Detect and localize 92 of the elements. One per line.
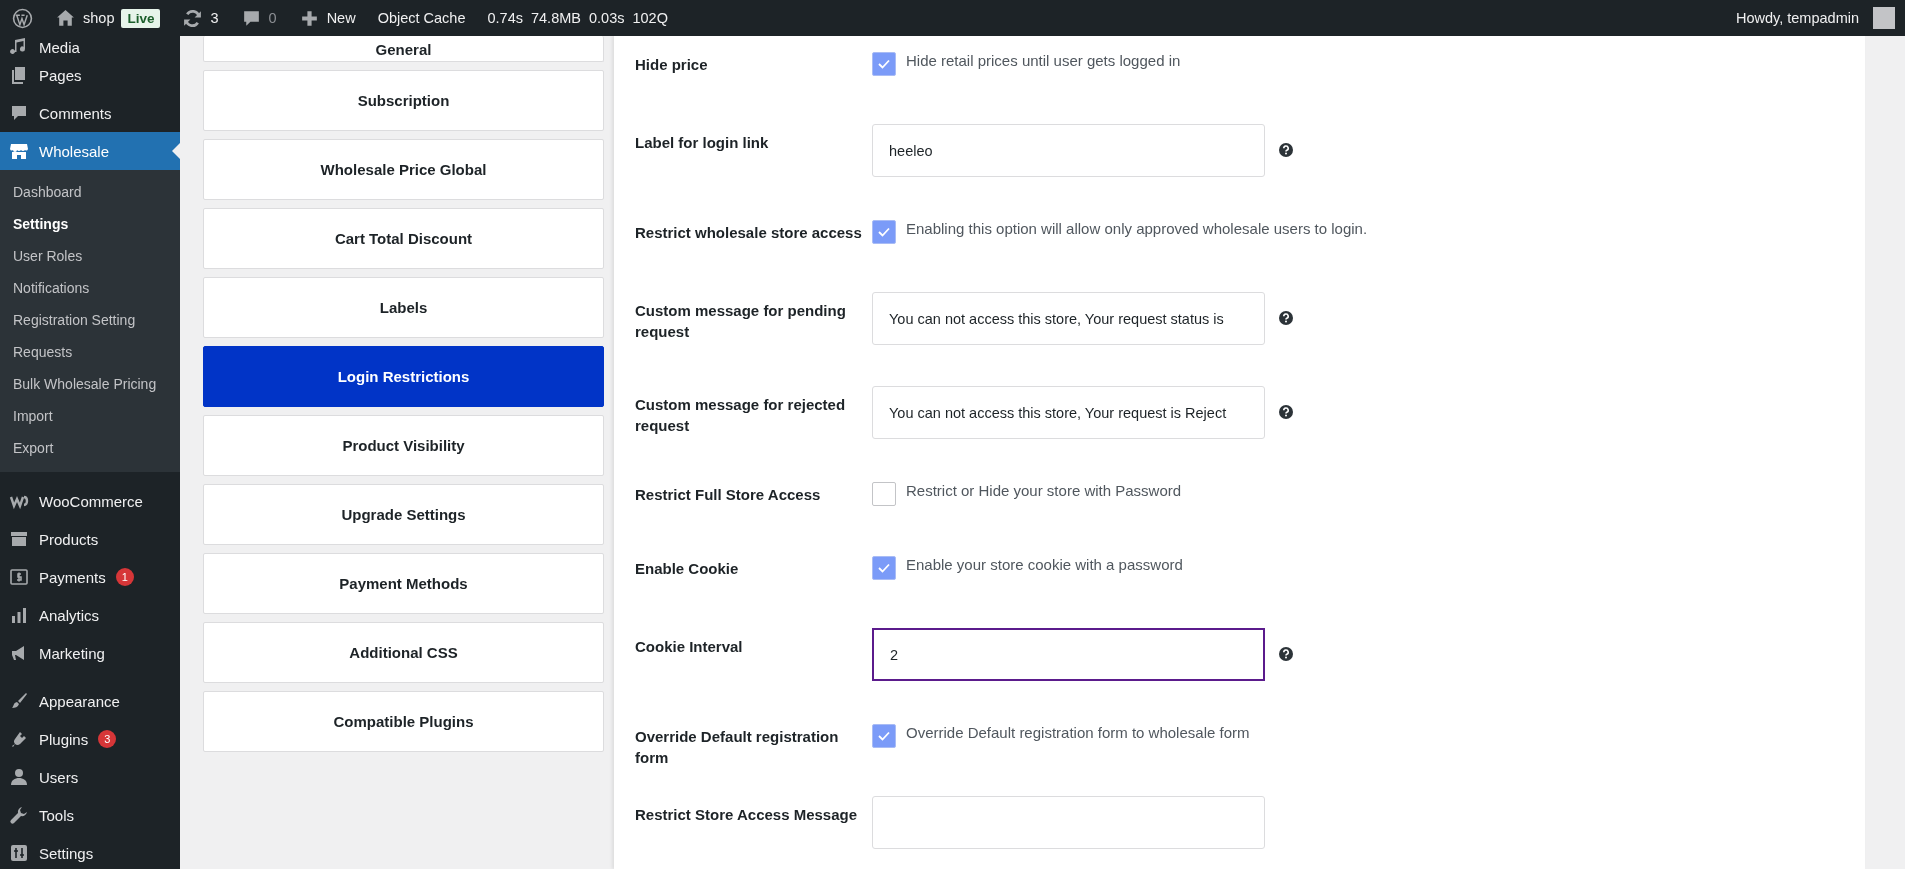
field-label: Enable Cookie (635, 559, 740, 579)
text-field[interactable]: heeleo (872, 124, 1265, 177)
submenu-item[interactable]: Settings (0, 208, 180, 240)
field-label: Custom message for rejected request (635, 395, 847, 436)
settings-tab[interactable]: Additional CSS (203, 622, 604, 683)
sidebar-item[interactable]: WooCommerce (0, 482, 180, 520)
refresh-icon (182, 7, 204, 29)
help-icon[interactable] (1279, 143, 1293, 157)
new-link[interactable]: New (326, 10, 356, 26)
checkbox[interactable] (872, 220, 896, 244)
field-label: Custom message for pending request (635, 301, 847, 342)
updates-count[interactable]: 3 (210, 10, 219, 26)
sidebar-item[interactable]: Users (0, 758, 180, 796)
checkbox-label: Override Default registration form to wholesale form (906, 723, 1250, 743)
field-label: Hide price (635, 55, 709, 75)
checkbox-label: Restrict or Hide your store with Password (906, 481, 1182, 501)
submenu-item[interactable]: Dashboard (0, 176, 180, 208)
sidebar-item[interactable]: Settings (0, 834, 180, 869)
storefront-icon (9, 141, 29, 161)
submenu-item[interactable]: Notifications (0, 272, 180, 304)
object-cache-link[interactable]: Object Cache (377, 10, 466, 26)
count-badge: 3 (98, 730, 117, 748)
settings-tab[interactable]: Labels (203, 277, 604, 338)
query-stat: 0.03s (588, 10, 625, 26)
settings-tab[interactable]: Upgrade Settings (203, 484, 604, 545)
field-label: Label for login link (635, 133, 770, 153)
checkbox-label: Enable your store cookie with a password (906, 555, 1183, 575)
submenu-item[interactable]: Requests (0, 336, 180, 368)
sidebar-item[interactable]: Appearance (0, 682, 180, 720)
checkmark-icon (877, 729, 891, 743)
sidebar-item[interactable]: Wholesale (0, 132, 180, 170)
sidebar-item[interactable]: Comments (0, 94, 180, 132)
submenu-item[interactable]: Export (0, 432, 180, 464)
site-name-link[interactable]: shop (83, 10, 115, 26)
text-field[interactable]: 2 (872, 628, 1265, 681)
query-stat: 74.8MB (531, 10, 581, 26)
settings-tab[interactable]: Payment Methods (203, 553, 604, 614)
sidebar-item[interactable]: Marketing (0, 634, 180, 672)
checkbox-label: Enabling this option will allow only approved wholesale users to login. (906, 219, 1368, 239)
sidebar-item[interactable]: Plugins 3 (0, 720, 180, 758)
live-status-badge: Live (121, 8, 161, 28)
submenu-item[interactable]: User Roles (0, 240, 180, 272)
checkbox[interactable] (872, 482, 896, 506)
settings-tab[interactable]: Login Restrictions (203, 346, 604, 407)
sidebar-item[interactable]: Pages (0, 56, 180, 94)
submenu-item[interactable]: Bulk Wholesale Pricing (0, 368, 180, 400)
query-stat: 102Q (632, 10, 668, 26)
help-icon[interactable] (1279, 311, 1293, 325)
sidebar-item[interactable]: Payments 1 (0, 558, 180, 596)
archive-box-icon (9, 529, 29, 549)
sidebar-item[interactable]: Analytics (0, 596, 180, 634)
comments-count[interactable]: 0 (268, 10, 277, 26)
dollar-card-icon (9, 567, 29, 587)
settings-tab[interactable]: General (203, 36, 604, 62)
checkmark-icon (877, 561, 891, 575)
count-badge: 1 (115, 568, 134, 586)
home-icon (55, 7, 76, 29)
field-label: Restrict Full Store Access (635, 485, 822, 505)
greeting-link[interactable]: Howdy, tempadmin (1735, 10, 1859, 26)
submenu-item[interactable]: Import (0, 400, 180, 432)
settings-tab[interactable]: Product Visibility (203, 415, 604, 476)
text-field[interactable] (872, 796, 1265, 849)
checkbox[interactable] (872, 52, 896, 76)
sliders-icon (9, 843, 29, 863)
settings-tab[interactable]: Subscription (203, 70, 604, 131)
settings-tab[interactable]: Compatible Plugins (203, 691, 604, 752)
query-stat: 0.74s (487, 10, 523, 26)
settings-tab[interactable]: Cart Total Discount (203, 208, 604, 269)
checkbox[interactable] (872, 724, 896, 748)
wordpress-logo-icon (12, 7, 33, 29)
sidebar-item[interactable]: Products (0, 520, 180, 558)
speech-bubble-icon (9, 103, 29, 123)
checkmark-icon (877, 225, 891, 239)
help-icon[interactable] (1279, 647, 1293, 661)
help-icon[interactable] (1279, 405, 1293, 419)
settings-tab[interactable]: Wholesale Price Global (203, 139, 604, 200)
submenu-item[interactable]: Registration Setting (0, 304, 180, 336)
text-field[interactable]: You can not access this store, Your request status is (872, 292, 1265, 345)
checkmark-icon (877, 57, 891, 71)
wrench-icon (9, 805, 29, 825)
sidebar-item[interactable]: Media (0, 36, 180, 56)
text-field[interactable]: You can not access this store, Your request is Reject (872, 386, 1265, 439)
paintbrush-icon (9, 691, 29, 711)
bar-chart-icon (9, 605, 29, 625)
checkbox-label: Hide retail prices until user gets logged in (906, 51, 1181, 71)
checkbox[interactable] (872, 556, 896, 580)
field-label: Restrict wholesale store access (635, 223, 863, 243)
field-label: Cookie Interval (635, 637, 744, 657)
field-label: Restrict Store Access Message (635, 805, 859, 825)
sidebar-item[interactable]: Tools (0, 796, 180, 834)
field-label: Override Default registration form (635, 727, 840, 768)
user-icon (9, 767, 29, 787)
